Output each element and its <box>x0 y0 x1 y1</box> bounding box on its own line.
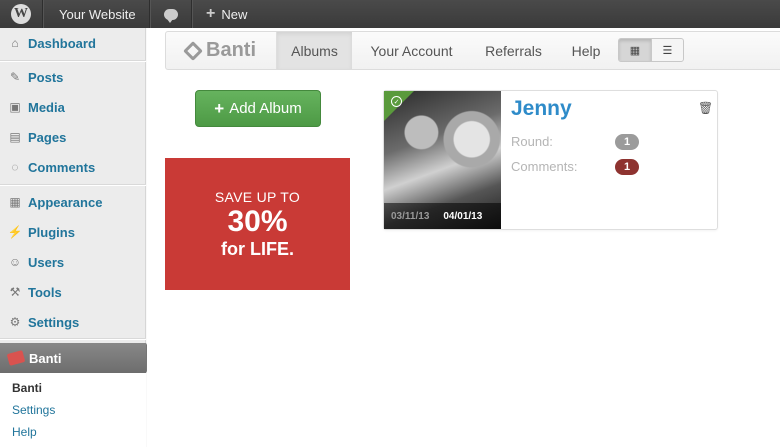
admin-bar-separator <box>42 0 43 28</box>
new-content-label: New <box>221 6 248 22</box>
sidebar-item-label: Banti <box>29 350 62 366</box>
grid-icon: ▦ <box>629 44 641 57</box>
media-icon: ▣ <box>9 100 21 114</box>
submenu-item-banti[interactable]: Banti <box>12 381 42 395</box>
settings-icon: ⚙ <box>9 315 21 329</box>
comments-badge[interactable]: 1 <box>615 159 639 175</box>
comment-bubble-icon <box>164 8 178 23</box>
sidebar-item-media[interactable]: ▣ Media <box>0 96 146 118</box>
menu-separator <box>0 184 146 185</box>
plus-icon: + <box>206 5 216 22</box>
wordpress-logo-icon: W <box>11 4 31 24</box>
banti-diamond-icon <box>183 40 203 61</box>
tab-referrals[interactable]: Referrals <box>471 32 556 69</box>
pin-icon: ✎ <box>9 70 21 84</box>
album-start-date: 03/11/13 <box>391 210 430 222</box>
banti-tag-icon <box>6 350 26 366</box>
sidebar-item-dashboard[interactable]: ⌂ Dashboard <box>0 32 146 54</box>
sidebar-item-users[interactable]: ☺ Users <box>0 251 146 273</box>
admin-bar-separator <box>191 0 192 28</box>
tools-icon: ⚒ <box>9 285 21 299</box>
brand-name: Banti <box>206 39 256 61</box>
sidebar-item-plugins[interactable]: ⚡ Plugins <box>0 221 146 243</box>
submenu-item-help[interactable]: Help <box>12 425 37 439</box>
sidebar-item-label: Pages <box>28 129 67 145</box>
main-content: Banti Albums Your Account Referrals Help… <box>147 28 780 447</box>
sidebar-item-label: Comments <box>28 159 96 175</box>
list-icon: ☰ <box>662 44 673 57</box>
comments-button[interactable] <box>164 0 178 28</box>
sidebar-item-label: Plugins <box>28 224 75 240</box>
album-card: ✓ 03/11/13 04/01/13 Jenny 🗑 Round: 1 Com… <box>383 90 718 230</box>
tab-albums[interactable]: Albums <box>277 32 352 69</box>
users-icon: ☺ <box>8 255 22 269</box>
admin-sidebar: ⌂ Dashboard ✎ Posts ▣ Media ▤ Pages ◌ Co… <box>0 28 154 447</box>
new-content-button[interactable]: + New <box>206 0 247 28</box>
comment-icon: ◌ <box>11 160 19 174</box>
admin-bar: W Your Website + New <box>0 0 780 28</box>
plugin-icon: ⚡ <box>7 225 23 239</box>
sidebar-item-label: Users <box>28 254 65 270</box>
trash-icon[interactable]: 🗑 <box>698 101 713 115</box>
plugin-navbar: Banti Albums Your Account Referrals Help… <box>165 31 780 70</box>
add-album-label: Add Album <box>229 100 302 117</box>
promo-line-3: for LIFE. <box>221 238 294 259</box>
album-date-range: 03/11/13 04/01/13 <box>384 203 501 229</box>
sidebar-item-label: Settings <box>28 314 80 330</box>
promo-banner[interactable]: SAVE UP TO 30% for LIFE. <box>165 158 350 290</box>
round-badge: 1 <box>615 134 639 150</box>
submenu-item-settings[interactable]: Settings <box>12 403 55 417</box>
sidebar-item-posts[interactable]: ✎ Posts <box>0 66 146 88</box>
sidebar-item-banti[interactable]: Banti <box>0 343 154 373</box>
view-toggle: ▦ ☰ <box>618 38 684 62</box>
tab-your-account[interactable]: Your Account <box>354 32 469 69</box>
album-end-date: 04/01/13 <box>443 210 483 222</box>
promo-line-1: SAVE UP TO <box>214 188 301 205</box>
banti-submenu: Banti Settings Help <box>0 373 146 447</box>
round-label: Round: <box>511 134 553 149</box>
promo-line-2: 30% <box>227 204 288 238</box>
menu-separator <box>0 338 146 339</box>
house-icon: ⌂ <box>11 36 19 50</box>
admin-bar-separator <box>149 0 150 28</box>
sidebar-item-pages[interactable]: ▤ Pages <box>0 126 146 148</box>
check-circle-icon[interactable]: ✓ <box>391 96 402 107</box>
sidebar-item-label: Dashboard <box>28 35 96 51</box>
sidebar-item-appearance[interactable]: ▦ Appearance <box>0 191 146 213</box>
add-album-button[interactable]: + Add Album <box>195 90 321 127</box>
menu-separator <box>0 60 146 61</box>
plus-icon: + <box>214 98 225 118</box>
sidebar-item-label: Tools <box>28 284 62 300</box>
list-view-button[interactable]: ☰ <box>650 39 683 61</box>
wordpress-logo-button[interactable]: W <box>8 0 34 28</box>
sidebar-item-settings[interactable]: ⚙ Settings <box>0 311 146 333</box>
sidebar-item-tools[interactable]: ⚒ Tools <box>0 281 146 303</box>
sidebar-item-label: Media <box>28 99 65 115</box>
sidebar-item-label: Appearance <box>28 194 103 210</box>
grid-view-button[interactable]: ▦ <box>619 39 651 61</box>
album-thumbnail[interactable]: ✓ 03/11/13 04/01/13 <box>384 91 501 229</box>
banti-brand-logo[interactable]: Banti <box>183 32 256 69</box>
appearance-icon: ▦ <box>9 195 21 209</box>
comments-label: Comments: <box>511 159 578 174</box>
album-title-link[interactable]: Jenny <box>511 97 572 121</box>
tab-help[interactable]: Help <box>558 32 614 69</box>
pages-icon: ▤ <box>9 130 21 144</box>
site-name-link[interactable]: Your Website <box>59 0 136 28</box>
sidebar-item-label: Posts <box>28 69 64 85</box>
sidebar-item-comments[interactable]: ◌ Comments <box>0 156 146 178</box>
